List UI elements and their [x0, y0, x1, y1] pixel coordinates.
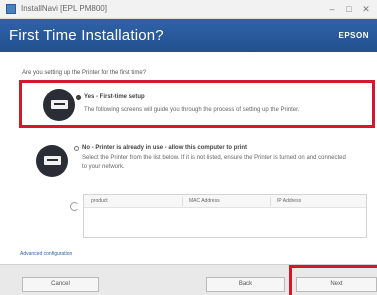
table-header: product MAC Address IP Address: [84, 195, 366, 208]
maximize-icon[interactable]: □: [342, 2, 356, 16]
footer-bar: Cancel Back Next: [0, 264, 377, 295]
app-icon: [6, 4, 16, 14]
printer-list-table[interactable]: product MAC Address IP Address: [83, 194, 367, 238]
epson-logo: EPSON: [338, 31, 369, 40]
column-header-product[interactable]: product: [91, 198, 108, 204]
radio-already-in-use[interactable]: [74, 146, 79, 151]
column-divider: [182, 197, 183, 206]
column-header-ip[interactable]: IP Address: [277, 198, 301, 204]
minimize-icon[interactable]: –: [325, 2, 339, 16]
option-title: Yes - First-time setup: [84, 94, 145, 100]
page-title: First Time Installation?: [9, 27, 164, 44]
printer-icon: [36, 145, 68, 177]
option-description: Select the Printer from the list below. …: [82, 155, 346, 170]
advanced-configuration-link[interactable]: Advanced configuration: [20, 251, 72, 257]
installer-window: InstallNavi [EPL PM800] – □ ✕ First Time…: [0, 0, 377, 295]
setup-question: Are you setting up the Printer for the f…: [22, 70, 147, 76]
column-divider: [270, 197, 271, 206]
back-button[interactable]: Back: [206, 277, 285, 292]
option-description: The following screens will guide you thr…: [84, 107, 300, 113]
cancel-button[interactable]: Cancel: [22, 277, 99, 292]
page-header: First Time Installation? EPSON: [0, 19, 377, 52]
option-title: No - Printer is already in use - allow t…: [82, 145, 248, 151]
printer-icon: [43, 89, 75, 121]
title-bar: InstallNavi [EPL PM800] – □ ✕: [0, 0, 377, 19]
window-title: InstallNavi [EPL PM800]: [21, 4, 107, 13]
radio-first-time-setup[interactable]: [76, 95, 81, 100]
next-button[interactable]: Next: [296, 277, 377, 292]
option-first-time-setup[interactable]: Yes - First-time setup The following scr…: [22, 82, 372, 128]
option-already-in-use[interactable]: No - Printer is already in use - allow t…: [22, 138, 372, 250]
close-icon[interactable]: ✕: [359, 2, 373, 16]
refresh-icon[interactable]: [70, 202, 79, 211]
column-header-mac[interactable]: MAC Address: [189, 198, 220, 204]
